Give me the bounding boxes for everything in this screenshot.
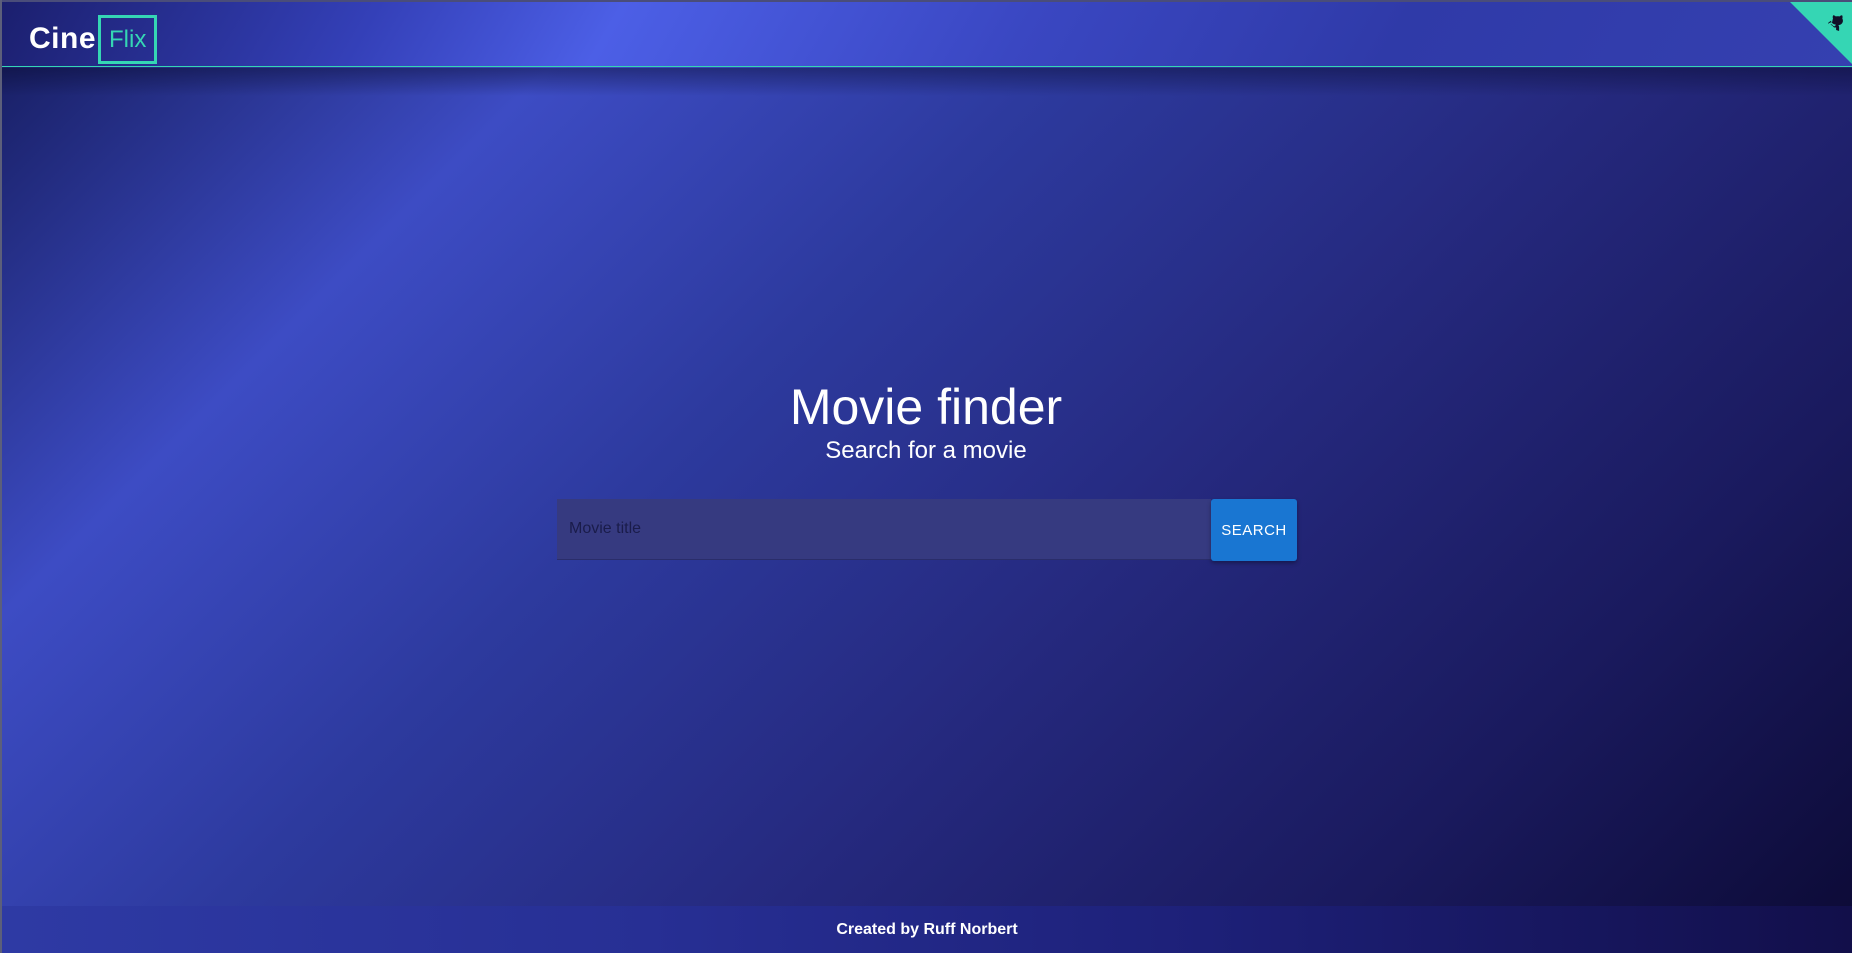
logo-flix-text: Flix xyxy=(98,14,158,64)
hero-section: Movie finder Search for a movie xyxy=(0,378,1852,466)
header-shadow xyxy=(2,68,1852,96)
top-navbar: Cine Flix xyxy=(2,2,1852,67)
footer-credit: Created by Ruff Norbert xyxy=(836,920,1018,938)
logo[interactable]: Cine Flix xyxy=(29,13,158,65)
page-subtitle: Search for a movie xyxy=(825,437,1027,464)
movie-title-input[interactable] xyxy=(557,499,1211,560)
search-form: SEARCH xyxy=(557,499,1297,561)
search-button[interactable]: SEARCH xyxy=(1211,499,1297,561)
footer: Created by Ruff Norbert xyxy=(2,906,1852,953)
github-octocat-icon xyxy=(1828,15,1843,31)
logo-cine-text: Cine xyxy=(29,22,97,55)
page-title: Movie finder xyxy=(789,379,1063,435)
window-left-border xyxy=(0,0,2,953)
